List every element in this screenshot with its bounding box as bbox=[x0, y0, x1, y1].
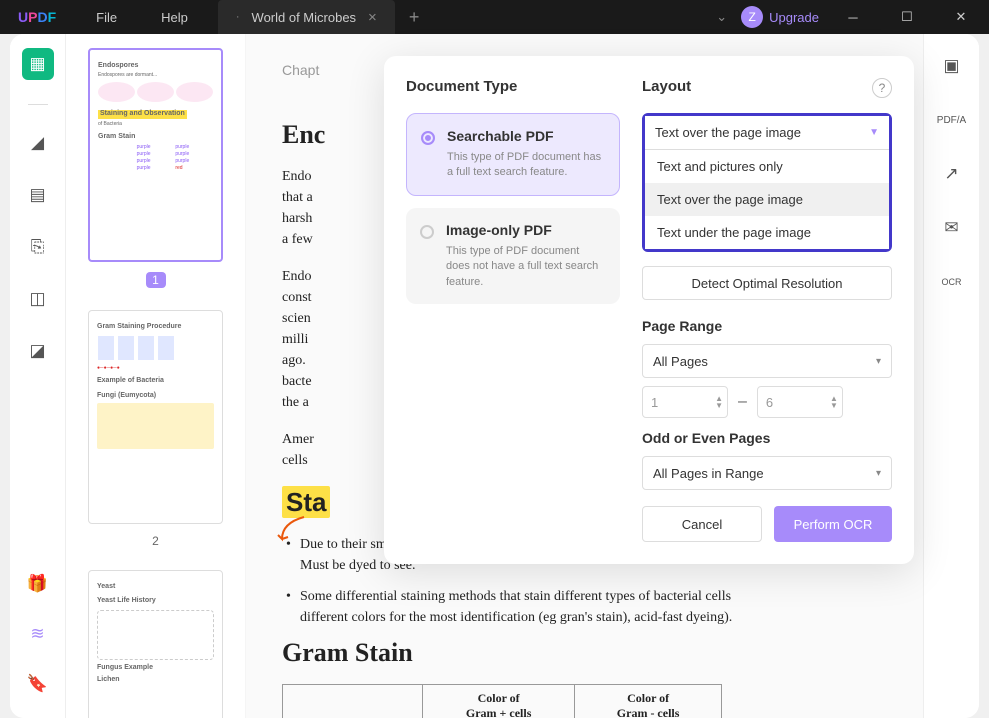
thumbnail-panel: Endospores Endospores are dormant... Sta… bbox=[66, 34, 246, 718]
document-tab[interactable]: · World of Microbes × bbox=[218, 0, 395, 34]
chevron-down-icon[interactable]: ⌄ bbox=[716, 9, 727, 25]
mail-icon[interactable]: ✉ bbox=[938, 214, 966, 242]
thumbnails-icon[interactable]: ▦ bbox=[22, 48, 54, 80]
page-number-1: 1 bbox=[146, 272, 166, 288]
range-from-input[interactable]: 1▲▼ bbox=[642, 386, 728, 418]
help-icon[interactable]: ? bbox=[872, 78, 892, 98]
copy-tool-icon[interactable]: ⎘ bbox=[24, 233, 52, 261]
odd-even-title: Odd or Even Pages bbox=[642, 430, 892, 446]
radio-icon bbox=[421, 131, 435, 145]
gram-stain-table: Color of Gram + cellsColor of Gram - cel… bbox=[282, 684, 722, 718]
tab-dot-icon: · bbox=[236, 11, 240, 23]
annotate-tool-icon[interactable]: ▤ bbox=[24, 181, 52, 209]
radio-icon bbox=[420, 225, 434, 239]
export-icon[interactable]: ↗ bbox=[938, 160, 966, 188]
odd-even-dropdown[interactable]: All Pages in Range ▾ bbox=[642, 456, 892, 490]
page-range-dropdown[interactable]: All Pages ▾ bbox=[642, 344, 892, 378]
close-window-button[interactable]: ✕ bbox=[941, 4, 981, 30]
chevron-down-icon: ▼ bbox=[869, 127, 879, 138]
thumbnail-page-2[interactable]: Gram Staining Procedure ●─●─●─● Example … bbox=[88, 310, 223, 524]
layout-option-text-over[interactable]: Text over the page image bbox=[645, 183, 889, 216]
scan-icon[interactable]: OCR bbox=[938, 268, 966, 296]
menu-help[interactable]: Help bbox=[139, 10, 210, 25]
layout-option-text-pictures[interactable]: Text and pictures only bbox=[645, 150, 889, 183]
option-searchable-pdf[interactable]: Searchable PDF This type of PDF document… bbox=[406, 113, 620, 196]
option-image-only-pdf[interactable]: Image-only PDF This type of PDF document… bbox=[406, 208, 620, 304]
list-item: Some differential staining methods that … bbox=[282, 586, 742, 628]
heading-gram-stain: Gram Stain bbox=[282, 638, 887, 668]
minimize-button[interactable]: ─ bbox=[833, 4, 873, 30]
thumbnail-page-1[interactable]: Endospores Endospores are dormant... Sta… bbox=[88, 48, 223, 262]
ocr-icon[interactable]: ▣ bbox=[938, 52, 966, 80]
thumbnail-page-3[interactable]: Yeast Yeast Life History Fungus Example … bbox=[88, 570, 223, 718]
layout-title: Layout bbox=[642, 78, 892, 95]
cancel-button[interactable]: Cancel bbox=[642, 506, 762, 542]
menu-file[interactable]: File bbox=[74, 10, 139, 25]
crop-tool-icon[interactable]: ◫ bbox=[24, 285, 52, 313]
ocr-panel: ? ⚙ Document Type Searchable PDF This ty… bbox=[384, 56, 914, 564]
page-range-title: Page Range bbox=[642, 318, 892, 334]
tab-title: World of Microbes bbox=[252, 10, 357, 25]
sidebar-right: ▣ PDF/A ↗ ✉ OCR bbox=[923, 34, 979, 718]
titlebar: UPDF File Help · World of Microbes × + ⌄… bbox=[0, 0, 989, 34]
upgrade-button[interactable]: Z Upgrade bbox=[741, 6, 819, 28]
chevron-down-icon: ▾ bbox=[876, 356, 881, 367]
pdfa-icon[interactable]: PDF/A bbox=[938, 106, 966, 134]
detect-resolution-button[interactable]: Detect Optimal Resolution bbox=[642, 266, 892, 300]
sidebar-left: ▦ ◢ ▤ ⎘ ◫ ◪ 🎁 ≋ 🔖 bbox=[10, 34, 66, 718]
document-type-title: Document Type bbox=[406, 78, 620, 95]
gift-icon[interactable]: 🎁 bbox=[24, 570, 52, 598]
layout-dropdown[interactable]: Text over the page image ▼ bbox=[645, 116, 889, 150]
layout-dropdown-expanded: Text over the page image ▼ Text and pict… bbox=[642, 113, 892, 252]
highlight-tool-icon[interactable]: ◢ bbox=[24, 129, 52, 157]
layout-option-text-under[interactable]: Text under the page image bbox=[645, 216, 889, 249]
bookmark-icon[interactable]: 🔖 bbox=[24, 670, 52, 698]
chevron-down-icon: ▾ bbox=[876, 468, 881, 479]
pages-tool-icon[interactable]: ◪ bbox=[24, 337, 52, 365]
close-tab-icon[interactable]: × bbox=[368, 9, 377, 26]
range-to-input[interactable]: 6▲▼ bbox=[757, 386, 843, 418]
maximize-button[interactable]: ☐ bbox=[887, 4, 927, 30]
heading-staining: Sta bbox=[282, 486, 330, 518]
app-logo: UPDF bbox=[0, 9, 74, 25]
new-tab-button[interactable]: + bbox=[395, 7, 434, 28]
perform-ocr-button[interactable]: Perform OCR bbox=[774, 506, 892, 542]
page-number-2: 2 bbox=[88, 534, 223, 548]
avatar: Z bbox=[741, 6, 763, 28]
layers-icon[interactable]: ≋ bbox=[24, 620, 52, 648]
